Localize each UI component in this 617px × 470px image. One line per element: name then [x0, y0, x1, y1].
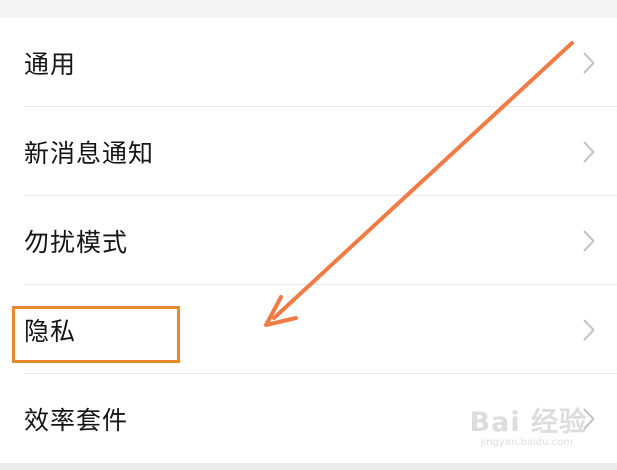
settings-item-new-message-notification[interactable]: 新消息通知 [0, 107, 617, 196]
chevron-right-icon [583, 319, 595, 340]
top-separator [0, 0, 617, 18]
bottom-separator [0, 463, 617, 470]
settings-item-do-not-disturb[interactable]: 勿扰模式 [0, 196, 617, 285]
chevron-right-icon [583, 230, 595, 251]
settings-item-label: 效率套件 [24, 405, 129, 435]
chevron-right-icon [583, 141, 595, 162]
settings-item-label: 通用 [24, 49, 77, 79]
settings-item-label: 勿扰模式 [24, 227, 129, 257]
settings-list: 通用 新消息通知 勿扰模式 隐私 效率套件 [0, 18, 617, 463]
chevron-right-icon [583, 408, 595, 429]
chevron-right-icon [583, 52, 595, 73]
settings-item-productivity-suite[interactable]: 效率套件 [0, 374, 617, 463]
settings-item-label: 新消息通知 [24, 138, 155, 168]
privacy-highlight-box [12, 306, 180, 363]
settings-item-general[interactable]: 通用 [0, 18, 617, 107]
